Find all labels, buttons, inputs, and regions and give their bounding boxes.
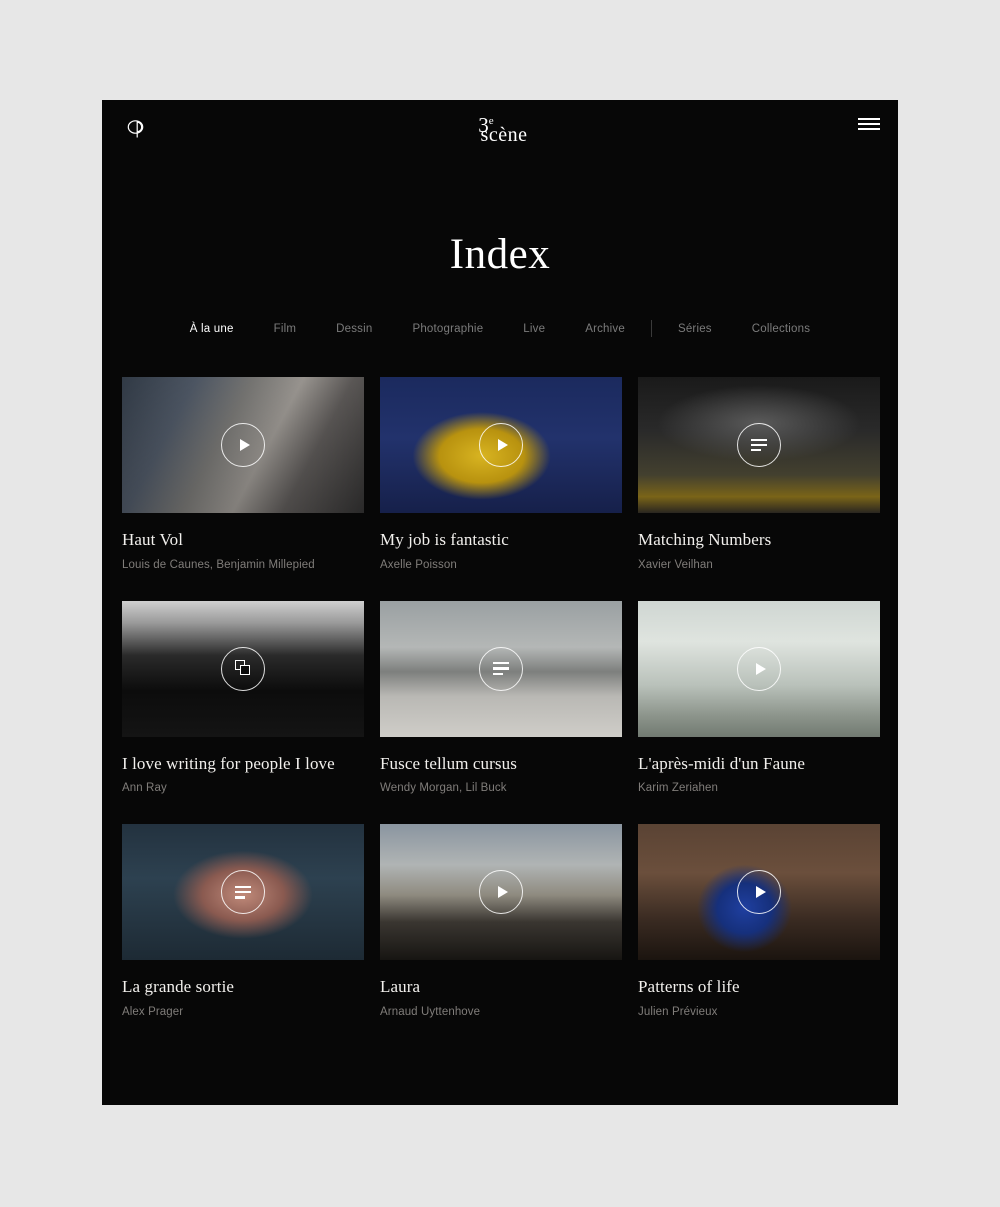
card-title: Matching Numbers: [638, 530, 772, 549]
hamburger-bar: [858, 123, 880, 125]
nav-divider: [650, 320, 652, 337]
card-credit: Ann Ray: [122, 782, 167, 795]
card-thumbnail[interactable]: [638, 600, 880, 737]
card-credit: Karim Zeriahen: [638, 782, 719, 795]
nav-item-archive[interactable]: Archive: [565, 323, 645, 335]
card-credit: Wendy Morgan, Lil Buck: [380, 782, 507, 795]
card-credit: Axelle Poisson: [380, 558, 457, 571]
play-icon[interactable]: [737, 646, 781, 691]
site-header: 3e scène: [102, 100, 898, 158]
card-title: I love writing for people I love: [122, 753, 335, 773]
index-card[interactable]: Patterns of life Julien Prévieux: [638, 824, 880, 1018]
hamburger-bar: [858, 118, 880, 120]
category-nav: À la une Film Dessin Photographie Live A…: [102, 320, 898, 337]
index-card[interactable]: My job is fantastic Axelle Poisson: [380, 377, 622, 571]
card-thumbnail[interactable]: [638, 824, 880, 961]
card-credit: Julien Prévieux: [638, 1005, 718, 1018]
card-credit: Louis de Caunes, Benjamin Millepied: [122, 558, 315, 571]
page-title: Index: [449, 231, 551, 278]
card-thumbnail[interactable]: [122, 377, 364, 513]
index-card[interactable]: I love writing for people I love Ann Ray: [122, 600, 364, 795]
index-card[interactable]: Fusce tellum cursus Wendy Morgan, Lil Bu…: [380, 600, 622, 795]
card-title: La grande sortie: [122, 977, 235, 997]
nav-item-series[interactable]: Séries: [658, 323, 732, 335]
index-card[interactable]: Laura Arnaud Uyttenhove: [380, 824, 622, 1018]
card-thumbnail[interactable]: [380, 824, 622, 961]
card-title: My job is fantastic: [380, 530, 509, 549]
card-title: Patterns of life: [638, 977, 740, 997]
card-title: Laura: [380, 977, 421, 997]
play-icon[interactable]: [479, 870, 523, 915]
app-window: 3e scène Index À la une Film Dessin Phot…: [102, 100, 898, 1105]
screenshot-canvas: 3e scène Index À la une Film Dessin Phot…: [0, 0, 1000, 1207]
gallery-icon[interactable]: [221, 646, 265, 691]
nav-item-film[interactable]: Film: [254, 323, 317, 335]
card-thumbnail[interactable]: [638, 377, 880, 513]
card-title: Fusce tellum cursus: [380, 753, 517, 773]
card-title: Haut Vol: [122, 530, 184, 549]
hamburger-bar: [858, 128, 880, 130]
play-icon[interactable]: [479, 423, 523, 467]
card-credit: Alex Prager: [122, 1005, 184, 1018]
play-icon[interactable]: [737, 870, 781, 915]
hamburger-menu-icon[interactable]: [858, 116, 880, 132]
nav-item-photographie[interactable]: Photographie: [392, 323, 503, 335]
card-thumbnail[interactable]: [380, 600, 622, 737]
site-logo-wordmark: 3e scène: [477, 115, 527, 146]
text-icon[interactable]: [221, 870, 265, 915]
card-thumbnail[interactable]: [380, 377, 622, 513]
nav-item-live[interactable]: Live: [503, 323, 565, 335]
text-icon[interactable]: [737, 423, 781, 467]
index-card-grid: Haut Vol Louis de Caunes, Benjamin Mille…: [122, 377, 898, 1018]
nav-item-a-la-une[interactable]: À la une: [170, 323, 254, 335]
index-card[interactable]: La grande sortie Alex Prager: [122, 824, 364, 1018]
card-credit: Xavier Veilhan: [638, 558, 713, 571]
text-icon[interactable]: [479, 646, 523, 691]
opera-de-paris-monogram-icon[interactable]: [120, 112, 154, 146]
index-card[interactable]: Haut Vol Louis de Caunes, Benjamin Mille…: [122, 377, 364, 571]
card-thumbnail[interactable]: [122, 824, 364, 961]
nav-item-collections[interactable]: Collections: [732, 323, 830, 335]
index-card[interactable]: Matching Numbers Xavier Veilhan: [638, 377, 880, 571]
site-logo-3e-scene[interactable]: 3e scène: [430, 110, 570, 150]
site-logo-word: scène: [480, 124, 528, 146]
card-thumbnail[interactable]: [122, 600, 364, 737]
card-title: L'après-midi d'un Faune: [638, 753, 806, 773]
play-icon[interactable]: [221, 423, 265, 467]
card-credit: Arnaud Uyttenhove: [380, 1005, 481, 1018]
index-card[interactable]: L'après-midi d'un Faune Karim Zeriahen: [638, 600, 880, 795]
nav-item-dessin[interactable]: Dessin: [316, 323, 392, 335]
